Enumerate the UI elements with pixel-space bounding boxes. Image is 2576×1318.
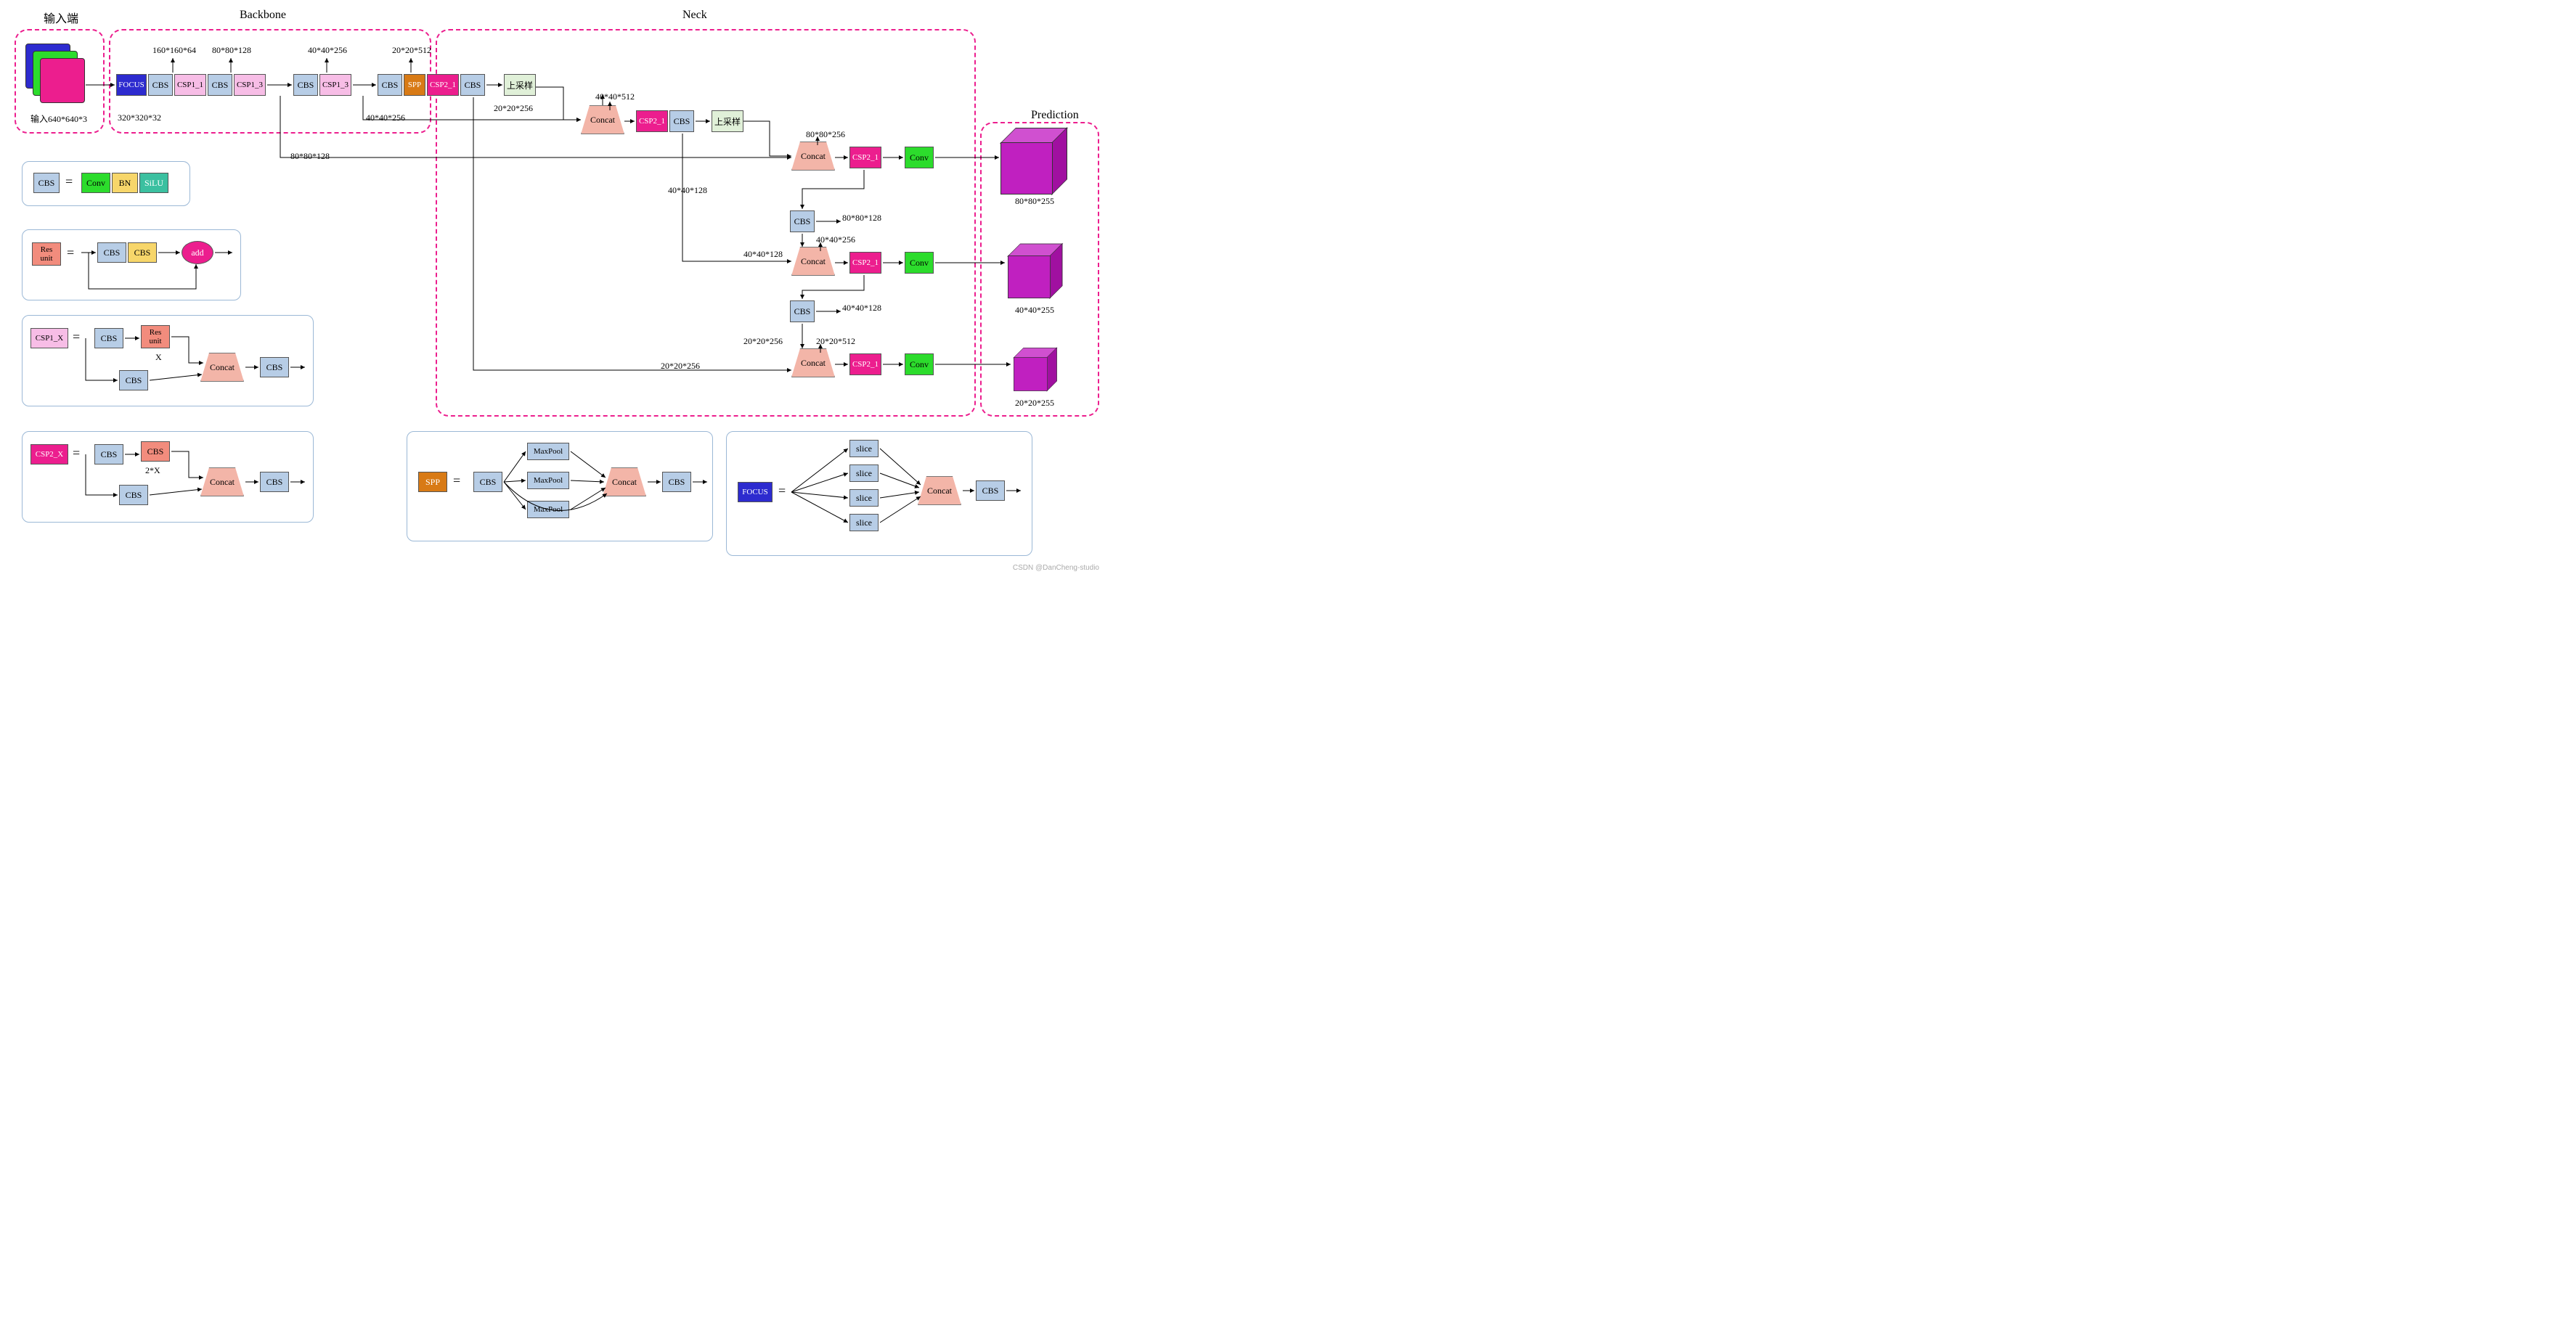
title-pred: Prediction: [1031, 109, 1079, 122]
t40_128b: 40*40*128: [743, 249, 783, 260]
lg-csp1-cbs2: CBS: [119, 370, 148, 390]
lg-focus-name: FOCUS: [738, 482, 773, 502]
pred-80: 80*80*255: [1015, 196, 1054, 207]
lg-res-cbs1: CBS: [97, 242, 126, 263]
lg-focus-s3: slice: [849, 489, 879, 507]
lg-cbs-conv: Conv: [81, 173, 110, 193]
lg-csp1-x: X: [155, 352, 162, 363]
neck-csp2-1b: CSP2_1: [849, 147, 881, 168]
d40b: 40*40*256: [366, 112, 405, 123]
lg-csp1-name: CSP1_X: [30, 328, 68, 348]
lg-csp2-cbs4: CBS: [260, 472, 289, 492]
input-card-1: [40, 58, 85, 103]
d320: 320*320*32: [118, 112, 161, 123]
neck-cbs-down2: CBS: [790, 300, 815, 322]
input-label: 输入640*640*3: [30, 112, 87, 125]
d80: 80*80*128: [212, 45, 251, 56]
lg-spp-cbs2: CBS: [662, 472, 691, 492]
lg-csp2-cbs2: CBS: [141, 441, 170, 462]
eq-res: =: [67, 245, 74, 261]
eq-focus: =: [778, 483, 786, 499]
neck-up1: 上采样: [504, 74, 536, 96]
neck-up2: 上采样: [712, 110, 743, 132]
lg-csp1-res: Res unit: [141, 325, 170, 348]
neck-csp2-1a: CSP2_1: [636, 110, 668, 132]
lg-csp1-cbs3: CBS: [260, 357, 289, 377]
bb-csp1-3b: CSP1_3: [319, 74, 351, 96]
lg-spp-cbs1: CBS: [473, 472, 502, 492]
lg-focus-s2: slice: [849, 464, 879, 482]
bb-cbs1: CBS: [148, 74, 173, 96]
neck-cbs-a: CBS: [669, 110, 694, 132]
t20_256c: 20*20*256: [661, 361, 700, 372]
t40_512: 40*40*512: [595, 91, 635, 102]
neck-cbs-down1: CBS: [790, 210, 815, 232]
title-backbone: Backbone: [240, 9, 286, 22]
neck-conv1: Conv: [905, 147, 934, 168]
lg-focus-s1: slice: [849, 440, 879, 457]
bb-spp: SPP: [404, 74, 425, 96]
d160: 160*160*64: [152, 45, 196, 56]
d80b: 80*80*128: [290, 151, 330, 162]
lg-focus-s4: slice: [849, 514, 879, 531]
pred-40: 40*40*255: [1015, 305, 1054, 316]
eq-csp2: =: [73, 446, 80, 461]
lg-res-add: add: [182, 241, 213, 264]
d20: 20*20*512: [392, 45, 431, 56]
bb-csp1-1: CSP1_1: [174, 74, 206, 96]
lg-spp-mp3: MaxPool: [527, 501, 569, 518]
neck-conv3: Conv: [905, 353, 934, 375]
bb-cbs4: CBS: [378, 74, 402, 96]
eq-csp1: =: [73, 330, 80, 345]
t40_128c: 40*40*128: [842, 303, 881, 314]
lg-focus-cbs: CBS: [976, 480, 1005, 501]
neck-csp2-1d: CSP2_1: [849, 353, 881, 375]
bb-csp2-1: CSP2_1: [427, 74, 459, 96]
neck-conv2: Conv: [905, 252, 934, 274]
bb-focus: FOCUS: [116, 74, 147, 96]
title-input: 输入端: [44, 9, 78, 26]
bb-csp1-3a: CSP1_3: [234, 74, 266, 96]
bb-cbs2: CBS: [208, 74, 232, 96]
lg-cbs-silu: SiLU: [139, 173, 168, 193]
lg-cbs-bn: BN: [112, 173, 138, 193]
lg-csp2-name: CSP2_X: [30, 444, 68, 464]
t20_256: 20*20*256: [494, 103, 533, 114]
bb-cbs5: CBS: [460, 74, 485, 96]
lg-spp-name: SPP: [418, 472, 447, 492]
lg-res-res: Res unit: [32, 242, 61, 266]
neck-csp2-1c: CSP2_1: [849, 252, 881, 274]
lg-res-cbs2: CBS: [128, 242, 157, 263]
eq-spp: =: [453, 473, 460, 488]
lg-csp2-x: 2*X: [145, 465, 160, 476]
t80_128: 80*80*128: [842, 213, 881, 224]
d40: 40*40*256: [308, 45, 347, 56]
bb-cbs3: CBS: [293, 74, 318, 96]
lg-csp2-cbs1: CBS: [94, 444, 123, 464]
lg-spp-mp2: MaxPool: [527, 472, 569, 489]
t40_128a: 40*40*128: [668, 185, 707, 196]
title-neck: Neck: [682, 9, 707, 22]
lg-csp1-cbs1: CBS: [94, 328, 123, 348]
lg-csp2-cbs3: CBS: [119, 485, 148, 505]
lg-cbs-cbs: CBS: [33, 173, 60, 193]
t20_256b: 20*20*256: [743, 336, 783, 347]
watermark: CSDN @DanCheng-studio: [1013, 564, 1099, 572]
t80_256: 80*80*256: [806, 129, 845, 140]
t20_512: 20*20*512: [816, 336, 855, 347]
t40_256: 40*40*256: [816, 234, 855, 245]
lg-spp-mp1: MaxPool: [527, 443, 569, 460]
pred-20: 20*20*255: [1015, 398, 1054, 409]
eq-cbs: =: [65, 174, 73, 189]
